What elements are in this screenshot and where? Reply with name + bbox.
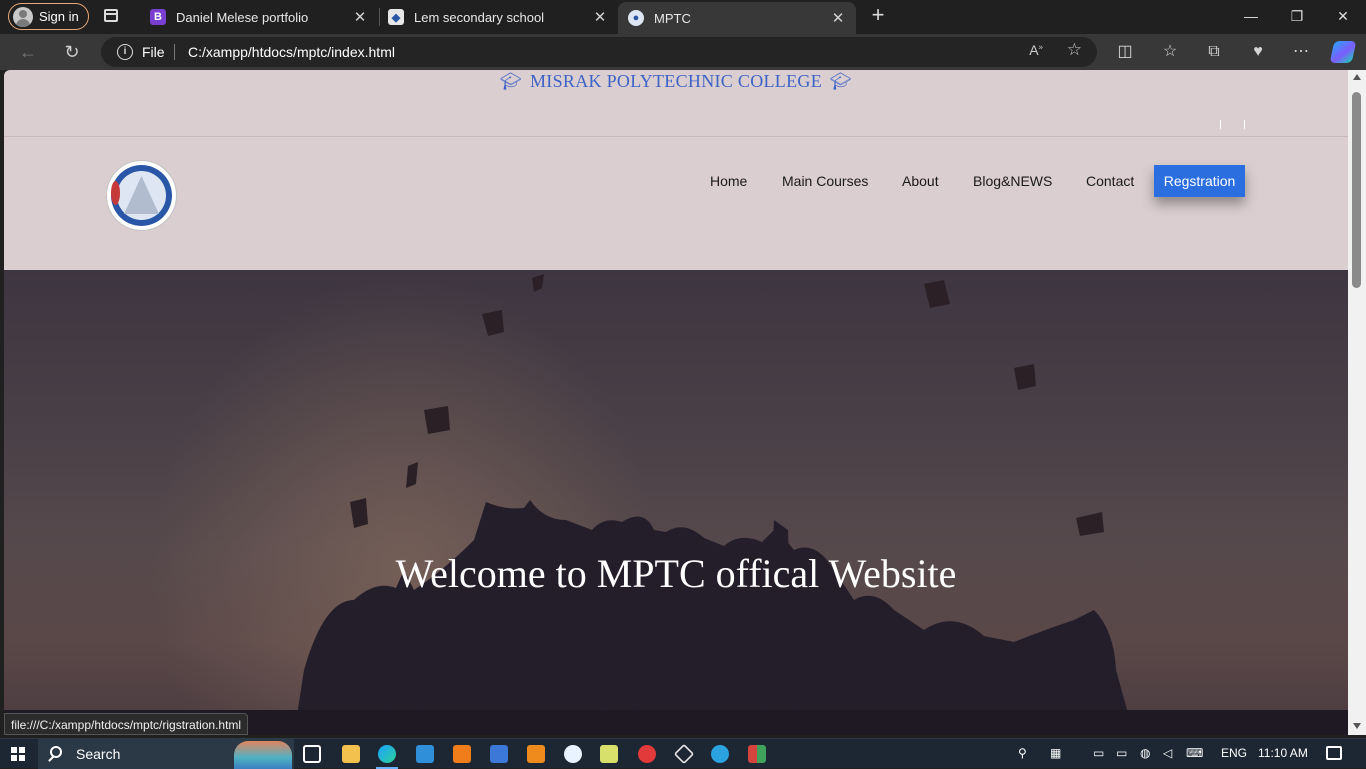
- clock[interactable]: 11:10 AM: [1258, 746, 1308, 760]
- bootstrap-icon: B: [150, 9, 166, 25]
- close-tab-icon[interactable]: ✕: [592, 8, 608, 26]
- nav-about[interactable]: About: [902, 165, 939, 197]
- edge-icon[interactable]: [376, 745, 398, 769]
- restore-icon[interactable]: ❐: [1274, 0, 1320, 32]
- notifications-icon[interactable]: [1326, 746, 1342, 760]
- xampp-icon[interactable]: [453, 745, 471, 763]
- tab-mptc[interactable]: ● MPTC ✕: [618, 2, 856, 34]
- url-text[interactable]: C:/xampp/htdocs/mptc/index.html: [188, 44, 395, 60]
- top-bar-divider: [1244, 120, 1245, 129]
- tab-actions-icon[interactable]: [101, 7, 121, 25]
- browser-toolbar: ← ↻ i File C:/xampp/htdocs/mptc/index.ht…: [0, 34, 1366, 70]
- minimize-icon[interactable]: —: [1228, 0, 1274, 32]
- address-bar[interactable]: i File C:/xampp/htdocs/mptc/index.html A…: [101, 37, 1097, 67]
- search-label: Search: [76, 746, 121, 762]
- scrollbar-thumb[interactable]: [1352, 92, 1361, 288]
- windows-taskbar: Search ⚲ ▦ ▭ ▭ ◍ ◁ ⌨ ENG 11:10 AM: [0, 738, 1366, 769]
- site-info-icon[interactable]: i: [117, 44, 133, 60]
- network-icon[interactable]: ◍: [1140, 746, 1150, 760]
- telegram-icon[interactable]: [711, 745, 729, 763]
- news-icon[interactable]: ▦: [1050, 746, 1061, 760]
- refresh-icon[interactable]: ↻: [60, 40, 84, 64]
- app-icon[interactable]: [748, 745, 766, 763]
- close-tab-icon[interactable]: ✕: [830, 9, 846, 27]
- search-highlight-image: [234, 741, 292, 769]
- college-title: 🎓︎ MISRAK POLYTECHNIC COLLEGE 🎓︎: [4, 70, 1348, 93]
- favorites-icon[interactable]: ☆: [1159, 41, 1181, 63]
- people-icon[interactable]: ⚲: [1018, 746, 1027, 760]
- language-indicator[interactable]: ENG: [1221, 746, 1247, 760]
- taskbar-search[interactable]: Search: [38, 739, 294, 769]
- more-options-icon[interactable]: ⋯: [1290, 41, 1312, 63]
- favorite-star-icon[interactable]: ☆: [1067, 40, 1082, 60]
- browser-tab-strip: Sign in B Daniel Melese portfolio ✕ ◆ Le…: [0, 0, 1366, 34]
- new-tab-icon[interactable]: +: [866, 4, 890, 28]
- search-icon: [50, 746, 62, 758]
- hero-headline: Welcome to MPTC offical Website: [395, 551, 957, 596]
- college-logo[interactable]: [106, 160, 177, 231]
- split-screen-icon[interactable]: ◫: [1114, 41, 1136, 63]
- page-scrollbar[interactable]: [1348, 70, 1366, 735]
- college-name: MISRAK POLYTECHNIC COLLEGE: [530, 71, 822, 91]
- link-preview-status: file:///C:/xampp/htdocs/mptc/rigstration…: [4, 713, 249, 735]
- file-explorer-icon[interactable]: [342, 745, 360, 763]
- app-icon[interactable]: [490, 745, 508, 763]
- profile-avatar-icon: [13, 6, 33, 27]
- close-tab-icon[interactable]: ✕: [352, 8, 368, 26]
- task-view-icon[interactable]: [303, 745, 321, 763]
- vscode-icon[interactable]: [416, 745, 434, 763]
- notepad-icon[interactable]: [600, 745, 618, 763]
- browser-essentials-icon[interactable]: ♥: [1247, 41, 1269, 63]
- tab-title: MPTC: [654, 10, 691, 26]
- top-bar-divider: [1220, 120, 1221, 129]
- keyboard-icon[interactable]: ⌨: [1186, 746, 1203, 760]
- battery-icon[interactable]: ▭: [1116, 746, 1127, 760]
- box-icon[interactable]: [673, 743, 695, 765]
- nav-contact[interactable]: Contact: [1086, 165, 1134, 197]
- registration-button[interactable]: Regstration: [1154, 165, 1245, 197]
- copilot-icon[interactable]: [1329, 41, 1357, 63]
- scheme-label: File: [142, 44, 165, 60]
- collections-icon[interactable]: ⧉: [1203, 41, 1225, 63]
- app-icon[interactable]: [638, 745, 656, 763]
- tab-lem-secondary-school[interactable]: ◆ Lem secondary school ✕: [380, 0, 616, 34]
- close-window-icon[interactable]: ✕: [1320, 0, 1366, 32]
- graduates-silhouette-image: [4, 274, 1348, 735]
- meet-icon[interactable]: ▭: [1093, 746, 1104, 760]
- sign-in-button[interactable]: Sign in: [8, 3, 89, 30]
- scroll-down-icon[interactable]: [1353, 723, 1361, 729]
- scroll-up-icon[interactable]: [1353, 74, 1361, 80]
- school-logo-icon: ◆: [388, 9, 404, 25]
- graduation-cap-icon: 🎓︎: [500, 72, 522, 91]
- site-top-bar: 🎓︎ MISRAK POLYTECHNIC COLLEGE 🎓︎: [4, 70, 1348, 137]
- tab-title: Lem secondary school: [414, 9, 545, 25]
- tab-title: Daniel Melese portfolio: [176, 9, 309, 25]
- sign-in-label: Sign in: [39, 9, 79, 24]
- hero-banner: Welcome to MPTC offical Website: [4, 270, 1348, 735]
- tab-daniel-melese-portfolio[interactable]: B Daniel Melese portfolio ✕: [140, 0, 378, 34]
- sublime-icon[interactable]: [527, 745, 545, 763]
- nav-home[interactable]: Home: [710, 165, 747, 197]
- app-icon[interactable]: [564, 745, 582, 763]
- back-icon[interactable]: ←: [16, 40, 40, 64]
- read-aloud-icon[interactable]: A»: [1029, 42, 1043, 58]
- address-divider: [174, 44, 175, 60]
- mptc-logo-icon: ●: [628, 10, 644, 26]
- nav-blog-news[interactable]: Blog&NEWS: [973, 165, 1052, 197]
- nav-main-courses[interactable]: Main Courses: [782, 165, 868, 197]
- volume-icon[interactable]: ◁: [1163, 746, 1172, 760]
- graduation-cap-icon: 🎓︎: [830, 72, 852, 91]
- windows-start-icon[interactable]: [11, 747, 25, 761]
- page-viewport: 🎓︎ MISRAK POLYTECHNIC COLLEGE 🎓︎ Home Main…: [4, 70, 1348, 735]
